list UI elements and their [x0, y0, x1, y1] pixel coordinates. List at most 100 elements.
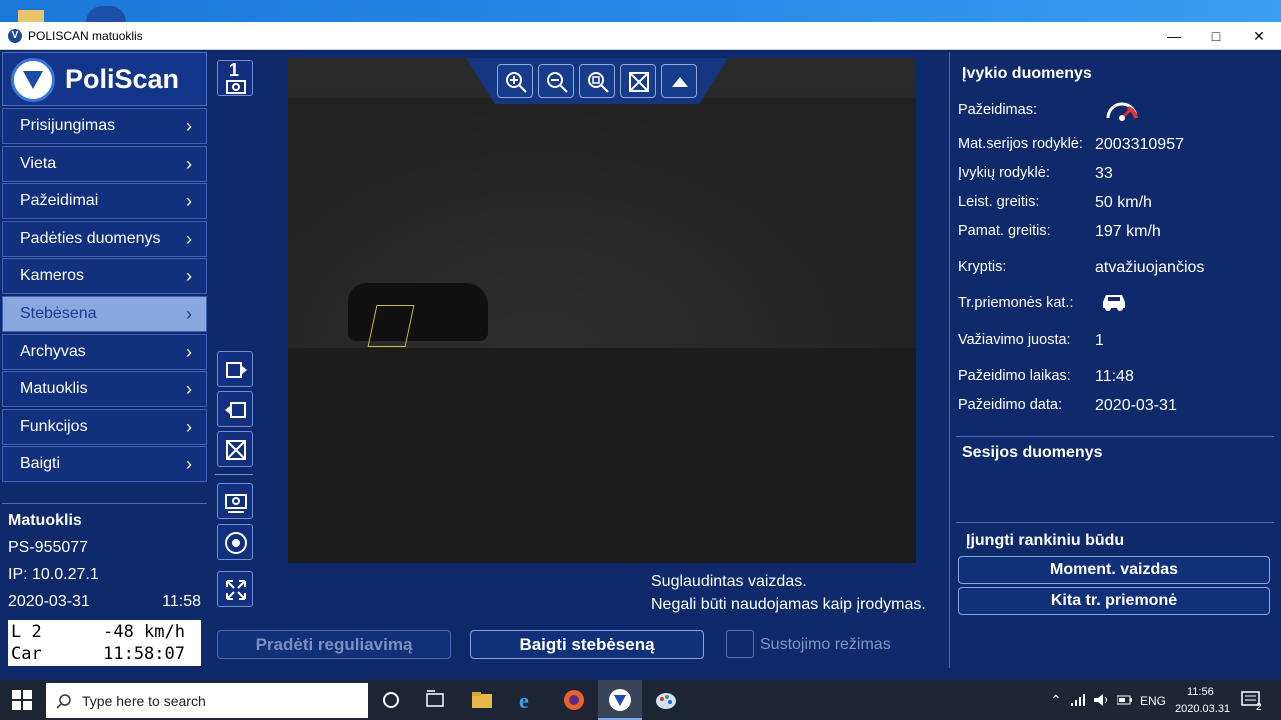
app-window: PoliScan Prisijungimas › Vieta › Pažeidima… — [0, 50, 1281, 680]
logo: PoliScan — [2, 52, 207, 106]
chevron-right-icon: › — [186, 341, 192, 362]
file-explorer-icon[interactable] — [468, 686, 496, 714]
show-hidden-icons[interactable]: ⌃ — [1050, 692, 1062, 709]
meter-serial: PS-955077 — [8, 539, 89, 556]
fullscreen-button[interactable] — [217, 571, 253, 607]
sidebar-item-label: Pažeidimai — [20, 192, 99, 210]
stop-monitoring-button[interactable]: Baigti stebėseną — [470, 630, 704, 659]
zoom-fit-icon — [588, 72, 609, 93]
sidebar-item-label: Vieta — [20, 154, 57, 172]
shutter-button[interactable] — [217, 524, 253, 560]
prev-frame-icon — [225, 402, 246, 418]
zoom-fit-button[interactable] — [579, 64, 615, 98]
sidebar-item-pazeidimai[interactable]: Pažeidimai › — [2, 183, 207, 220]
camera-settings-button[interactable] — [217, 483, 253, 519]
taskbar-search[interactable]: Type here to search — [46, 683, 368, 718]
poliscan-logo-icon — [11, 58, 55, 102]
close-icon[interactable]: ✕ — [1248, 26, 1270, 46]
chevron-right-icon: › — [186, 303, 192, 324]
sidebar-item-label: Padėties duomenys — [20, 229, 161, 247]
minimize-icon[interactable]: — — [1163, 26, 1185, 46]
start-adjustment-button[interactable]: Pradėti reguliavimą — [217, 630, 451, 659]
sidebar-item-prisijungimas[interactable]: Prisijungimas › — [2, 108, 207, 144]
folder-desktop-icon[interactable] — [18, 10, 44, 22]
other-vehicle-button[interactable]: Kita tr. priemonė — [958, 587, 1270, 615]
zoom-in-button[interactable] — [497, 64, 533, 98]
sidebar-item-padeties-duomenys[interactable]: Padėties duomenys › — [2, 220, 207, 257]
sidebar-item-archyvas[interactable]: Archyvas › — [2, 333, 207, 370]
camera-1-button[interactable]: 1 — [217, 60, 253, 96]
next-frame-button[interactable] — [217, 351, 253, 387]
battery-icon[interactable] — [1117, 695, 1133, 705]
sidebar-item-label: Funkcijos — [20, 417, 88, 435]
shutter-icon — [225, 532, 247, 554]
chevron-right-icon: › — [186, 191, 192, 212]
snapshot-button[interactable]: Moment. vaizdas — [958, 556, 1270, 584]
internet-explorer-icon[interactable]: e — [514, 686, 542, 714]
lcd-line-1: L 2 -48 km/h — [11, 622, 185, 642]
clock-time[interactable]: 11:56 — [1187, 686, 1214, 698]
camera-settings-icon — [225, 494, 247, 513]
clear-roi-button[interactable] — [217, 431, 253, 467]
sidebar-item-matuoklis[interactable]: Matuoklis › — [2, 371, 207, 408]
sidebar-item-label: Kameros — [20, 267, 85, 285]
zoom-out-button[interactable] — [538, 64, 574, 98]
chevron-right-icon: › — [186, 116, 192, 136]
chevron-right-icon: › — [186, 454, 192, 475]
firefox-icon[interactable] — [560, 686, 588, 714]
zoom-out-icon — [547, 72, 568, 93]
image-vehicle — [348, 283, 488, 341]
direction-value: atvažiuojančios — [1095, 259, 1205, 276]
window-title: POLISCAN matuoklis — [28, 29, 143, 43]
camera-1-icon — [226, 80, 246, 94]
chevron-right-icon: › — [186, 416, 192, 437]
meter-info-panel: Matuoklis PS-955077 IP: 10.0.27.1 2020-0… — [2, 506, 207, 668]
measured-speed-label: Pamat. greitis: — [958, 223, 1051, 239]
volume-icon[interactable] — [1094, 693, 1110, 707]
car-icon — [1103, 295, 1125, 311]
session-data-title: Sesijos duomenys — [962, 444, 1103, 461]
search-icon — [56, 694, 71, 709]
sidebar-item-baigti[interactable]: Baigti › — [2, 446, 207, 483]
violation-date-value: 2020-03-31 — [1095, 397, 1177, 414]
event-index-label: Įvykių rodyklė: — [958, 165, 1050, 181]
network-icon[interactable] — [1071, 694, 1087, 706]
clock-date[interactable]: 2020.03.31 — [1175, 703, 1230, 715]
clear-image-button[interactable] — [620, 64, 656, 98]
collapse-up-button[interactable] — [661, 64, 697, 98]
cortana-icon[interactable] — [377, 686, 405, 714]
violation-date-label: Pažeidimo data: — [958, 397, 1062, 413]
chevron-right-icon: › — [186, 379, 192, 400]
paint-icon[interactable] — [652, 686, 680, 714]
task-view-icon[interactable] — [421, 686, 449, 714]
app-desktop-icon[interactable] — [86, 6, 126, 22]
start-button[interactable] — [0, 680, 44, 720]
maximize-icon[interactable]: □ — [1205, 26, 1227, 46]
search-placeholder: Type here to search — [82, 693, 206, 709]
desktop-background — [0, 0, 1281, 22]
sidebar-item-kameros[interactable]: Kameros › — [2, 258, 207, 295]
serial-index-value: 2003310957 — [1095, 136, 1184, 153]
sidebar-item-stebesena[interactable]: Stebėsena › — [2, 295, 207, 332]
lcd-display: L 2 -48 km/h Car 11:58:07 — [8, 620, 201, 666]
event-data-panel: Įvykio duomenys Pažeidimas: Mat.serijos … — [949, 52, 1279, 668]
language-indicator[interactable]: ENG — [1140, 694, 1166, 708]
speedometer-icon — [1106, 102, 1138, 121]
camera-image[interactable] — [288, 58, 916, 563]
sidebar-item-vieta[interactable]: Vieta › — [2, 145, 207, 182]
event-index-value: 33 — [1095, 165, 1113, 182]
panel-divider — [956, 436, 1274, 437]
sidebar-item-funkcijos[interactable]: Funkcijos › — [2, 408, 207, 445]
chevron-right-icon: › — [186, 153, 192, 174]
collapse-up-icon — [672, 77, 688, 87]
prev-frame-button[interactable] — [217, 391, 253, 427]
poliscan-taskbar-icon — [609, 689, 631, 711]
stop-mode-checkbox[interactable] — [726, 630, 754, 658]
speed-limit-label: Leist. greitis: — [958, 194, 1040, 210]
poliscan-taskbar-button[interactable] — [598, 680, 642, 720]
taskbar: Type here to search e ⌃ ENG 11:56 2020.0… — [0, 680, 1281, 720]
event-data-title: Įvykio duomenys — [962, 65, 1092, 82]
chevron-right-icon: › — [186, 266, 192, 287]
windows-icon — [12, 690, 32, 710]
fullscreen-icon — [226, 580, 246, 600]
